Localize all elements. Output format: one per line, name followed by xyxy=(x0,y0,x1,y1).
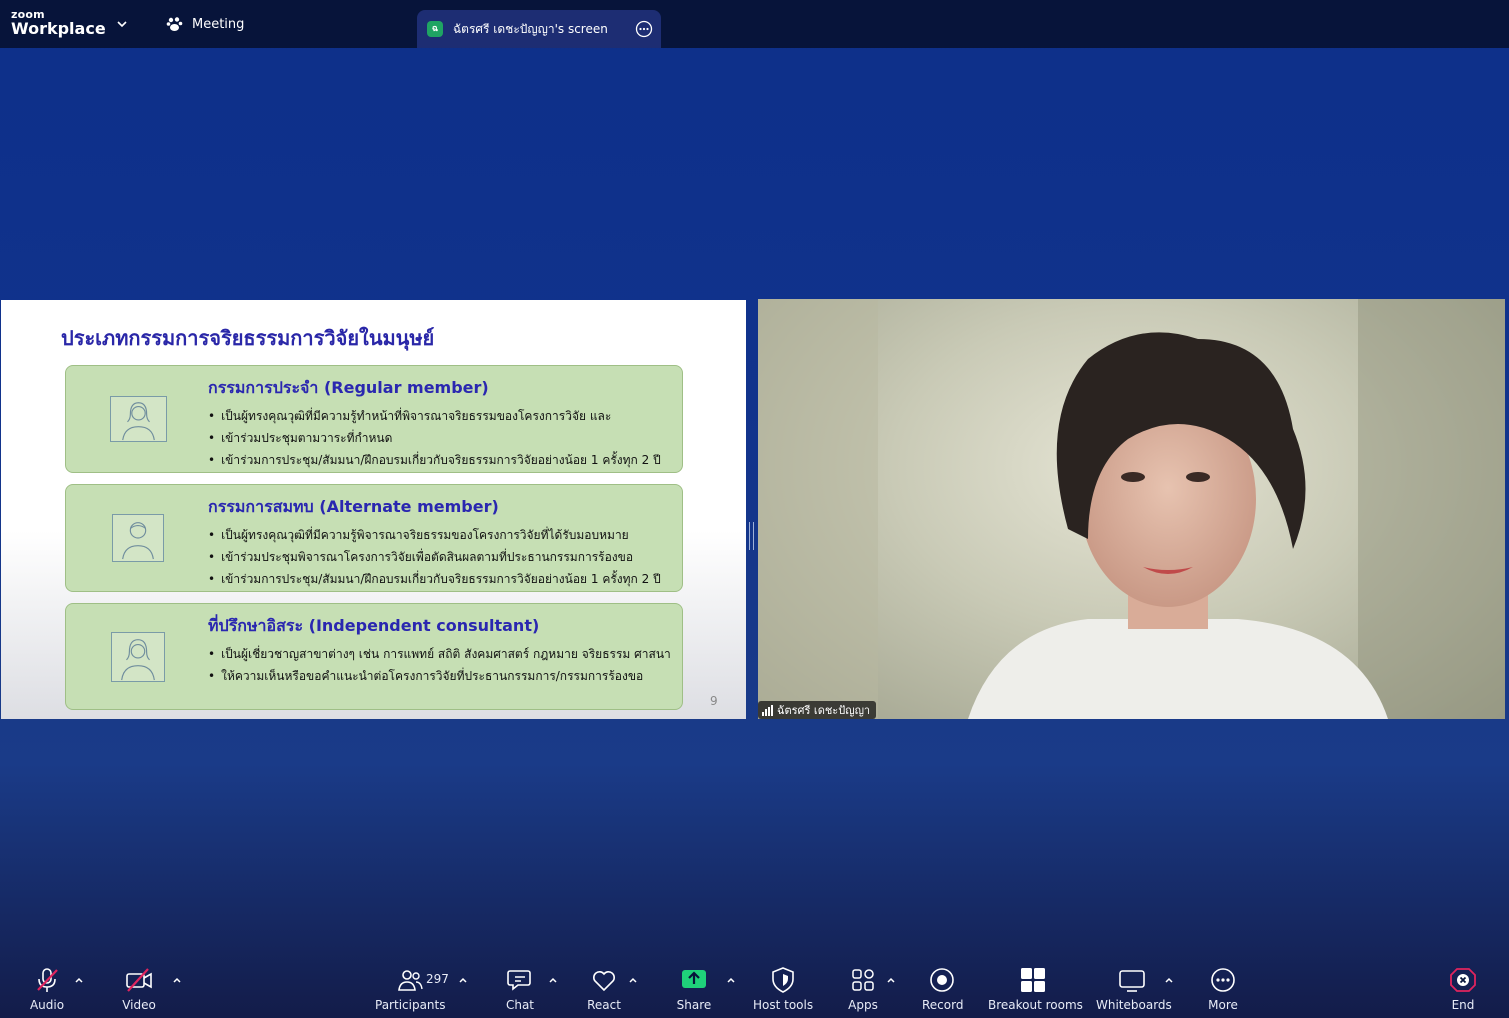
participants-icon xyxy=(398,970,423,991)
meeting-toolbar: Audio Video Participants Chat React Shar… xyxy=(0,955,1509,1018)
more-button[interactable]: More xyxy=(1203,955,1243,1015)
tab-meeting[interactable]: Meeting xyxy=(166,16,244,32)
participant-name-tag: ฉัตรศรี เดชะปัญญา xyxy=(758,701,877,719)
card-bullets: เป็นผู้ทรงคุณวุฒิที่มีความรู้ทำหน้าที่พิ… xyxy=(208,405,661,471)
slide-page-number: 9 xyxy=(710,694,718,708)
host-tools-label: Host tools xyxy=(753,998,814,1012)
bullet-item: เป็นผู้เชี่ยวชาญสาขาต่างๆ เช่น การแพทย์ … xyxy=(208,643,671,665)
audio-label: Audio xyxy=(29,998,65,1012)
chevron-up-icon[interactable] xyxy=(886,975,896,985)
split-view-drag-handle[interactable] xyxy=(749,522,754,550)
chevron-up-icon[interactable] xyxy=(172,975,182,985)
card-regular-member: กรรมการประจำ (Regular member) เป็นผู้ทรง… xyxy=(65,365,683,473)
card-alternate-member: กรรมการสมทบ (Alternate member) เป็นผู้ทร… xyxy=(65,484,683,592)
participants-count: 297 xyxy=(426,972,449,986)
more-label: More xyxy=(1208,998,1238,1012)
chat-label: Chat xyxy=(505,998,535,1012)
chevron-up-icon[interactable] xyxy=(548,975,558,985)
card-title: ที่ปรึกษาอิสระ (Independent consultant) xyxy=(208,616,540,635)
shared-screen-icon: ฉ xyxy=(427,21,443,37)
bullet-item: เป็นผู้ทรงคุณวุฒิที่มีความรู้ทำหน้าที่พิ… xyxy=(208,405,661,427)
shield-icon xyxy=(772,967,794,993)
card-title: กรรมการประจำ (Regular member) xyxy=(208,378,489,397)
share-label: Share xyxy=(676,998,712,1012)
host-tools-button[interactable]: Host tools xyxy=(753,955,813,1015)
male-person-icon xyxy=(112,514,164,562)
bullet-item: เข้าร่วมการประชุม/สัมมนา/ฝึกอบรมเกี่ยวกั… xyxy=(208,449,661,471)
chevron-down-icon[interactable] xyxy=(116,18,128,30)
card-bullets: เป็นผู้ทรงคุณวุฒิที่มีความรู้พิจารณาจริย… xyxy=(208,524,661,590)
female-person-icon xyxy=(111,632,165,682)
bullet-item: เข้าร่วมประชุมตามวาระที่กำหนด xyxy=(208,427,661,449)
chevron-up-icon[interactable] xyxy=(726,975,736,985)
tab-shared-screen[interactable]: ฉ ฉัตรศรี เดชะปัญญา's screen xyxy=(417,10,661,48)
participant-video-image xyxy=(758,299,1505,719)
record-label: Record xyxy=(922,998,964,1012)
tab-shared-screen-label: ฉัตรศรี เดชะปัญญา's screen xyxy=(453,21,608,36)
tab-more-icon[interactable] xyxy=(635,20,653,38)
breakout-rooms-label: Breakout rooms xyxy=(988,998,1083,1012)
card-bullets: เป็นผู้เชี่ยวชาญสาขาต่างๆ เช่น การแพทย์ … xyxy=(208,643,671,687)
chevron-up-icon[interactable] xyxy=(74,975,84,985)
slide-title: ประเภทกรรมการจริยธรรมการวิจัยในมนุษย์ xyxy=(61,326,435,350)
participant-name: ฉัตรศรี เดชะปัญญา xyxy=(777,704,871,717)
chevron-up-icon[interactable] xyxy=(458,975,468,985)
share-button[interactable]: Share xyxy=(674,955,714,1015)
bullet-item: ให้ความเห็นหรือขอคำแนะนำต่อโครงการวิจัยท… xyxy=(208,665,671,687)
end-button[interactable]: End xyxy=(1443,955,1483,1015)
video-camera-off-icon xyxy=(126,968,152,992)
breakout-rooms-button[interactable]: Breakout rooms xyxy=(988,955,1083,1015)
end-meeting-icon xyxy=(1450,968,1476,992)
chevron-up-icon[interactable] xyxy=(1164,975,1174,985)
apps-label: Apps xyxy=(848,998,878,1012)
share-screen-icon xyxy=(682,970,706,988)
react-button[interactable]: React xyxy=(584,955,624,1015)
top-bar: zoom Workplace Meeting ฉ ฉัตรศรี เดชะปัญ… xyxy=(0,0,1509,48)
chat-icon xyxy=(507,970,531,991)
record-button[interactable]: Record xyxy=(922,955,964,1015)
participant-video[interactable] xyxy=(758,299,1505,719)
microphone-muted-icon xyxy=(37,968,58,992)
audio-button[interactable]: Audio xyxy=(27,955,67,1015)
bullet-item: เป็นผู้ทรงคุณวุฒิที่มีความรู้พิจารณาจริย… xyxy=(208,524,661,546)
apps-icon xyxy=(852,969,874,991)
breakout-rooms-icon xyxy=(1021,968,1045,992)
video-label: Video xyxy=(122,998,156,1012)
apps-button[interactable]: Apps xyxy=(843,955,883,1015)
whiteboard-icon xyxy=(1119,970,1145,992)
logo-big-text: Workplace xyxy=(11,19,106,38)
chevron-up-icon[interactable] xyxy=(628,975,638,985)
card-title: กรรมการสมทบ (Alternate member) xyxy=(208,497,499,516)
paw-icon xyxy=(166,17,183,31)
zoom-logo: zoom Workplace xyxy=(11,9,106,37)
bullet-item: เข้าร่วมประชุมพิจารณาโครงการวิจัยเพื่อตั… xyxy=(208,546,661,568)
react-label: React xyxy=(587,998,621,1012)
whiteboards-button[interactable]: Whiteboards xyxy=(1096,955,1172,1015)
more-icon xyxy=(1211,968,1235,992)
signal-strength-icon xyxy=(762,704,773,716)
record-icon xyxy=(930,968,954,992)
end-label: End xyxy=(1451,998,1475,1012)
whiteboards-label: Whiteboards xyxy=(1096,998,1172,1012)
bullet-item: เข้าร่วมการประชุม/สัมมนา/ฝึกอบรมเกี่ยวกั… xyxy=(208,568,661,590)
tab-meeting-label: Meeting xyxy=(192,16,245,32)
female-person-icon xyxy=(110,396,167,442)
heart-icon xyxy=(593,971,615,992)
shared-slide: ประเภทกรรมการจริยธรรมการวิจัยในมนุษย์ กร… xyxy=(1,300,746,719)
participants-label: Participants xyxy=(375,998,446,1012)
video-button[interactable]: Video xyxy=(119,955,159,1015)
card-independent-consultant: ที่ปรึกษาอิสระ (Independent consultant) … xyxy=(65,603,683,710)
chat-button[interactable]: Chat xyxy=(500,955,540,1015)
